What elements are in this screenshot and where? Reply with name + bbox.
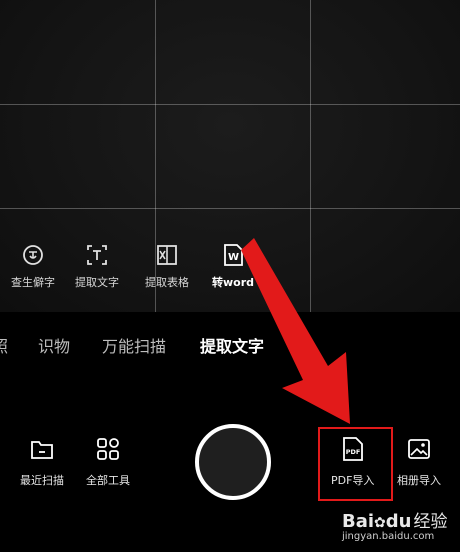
- watermark-brand-left: Bai: [342, 511, 375, 532]
- tool-extract-table[interactable]: 提取表格: [132, 242, 202, 290]
- tab-extract-text[interactable]: 提取文字: [200, 333, 264, 357]
- album-import-label: 相册导入: [397, 474, 441, 487]
- album-import-button[interactable]: 相册导入: [397, 436, 441, 488]
- tool-extract-text[interactable]: 提取文字: [62, 242, 132, 290]
- word-icon: W: [220, 242, 246, 268]
- paw-icon: ✿: [374, 515, 386, 531]
- all-tools-label: 全部工具: [86, 474, 130, 487]
- image-icon: [406, 436, 432, 462]
- grid-line: [310, 0, 311, 312]
- tool-label: 提取文字: [75, 276, 119, 289]
- tool-label: 查生僻字: [11, 276, 55, 289]
- tool-to-word[interactable]: W 转word: [198, 242, 268, 290]
- watermark-text: 经验: [413, 512, 448, 532]
- folder-icon: [29, 436, 55, 462]
- tool-label: 转word: [211, 276, 255, 289]
- all-tools-button[interactable]: 全部工具: [86, 436, 130, 488]
- rare-character-icon: [20, 242, 46, 268]
- recent-scan-button[interactable]: 最近扫描: [20, 436, 64, 488]
- word-icon-letter: W: [228, 252, 239, 263]
- extract-text-icon: [84, 242, 110, 268]
- shutter-button[interactable]: [195, 424, 271, 500]
- tab-photo[interactable]: 照: [0, 333, 8, 357]
- grid-line: [0, 208, 460, 209]
- watermark-url: jingyan.baidu.com: [342, 531, 435, 542]
- tool-rare-character[interactable]: 查生僻字: [0, 242, 68, 290]
- tab-universal-scan[interactable]: 万能扫描: [102, 333, 166, 357]
- annotation-highlight-box: [318, 427, 393, 501]
- recent-scan-label: 最近扫描: [20, 474, 64, 487]
- tab-identify-object[interactable]: 识物: [38, 333, 70, 357]
- tool-label: 提取表格: [145, 276, 189, 289]
- grid-apps-icon: [95, 436, 121, 462]
- watermark-brand-right: du: [385, 511, 412, 532]
- baidu-jingyan-watermark: Bai✿du 经验 jingyan.baidu.com: [342, 507, 448, 542]
- grid-line: [0, 104, 460, 105]
- extract-table-icon: [154, 242, 180, 268]
